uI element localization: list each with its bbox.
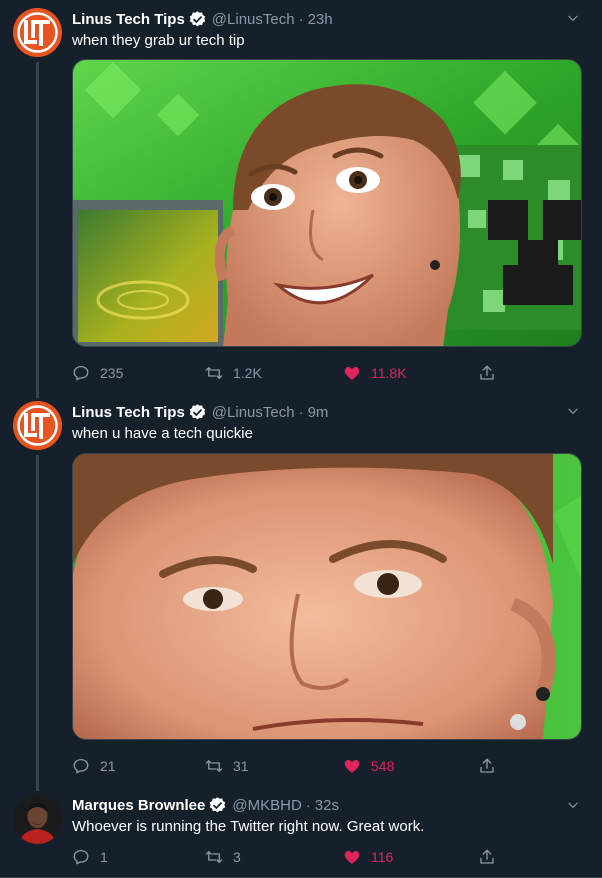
face-photo-illustration [73, 60, 581, 346]
reply-icon [72, 848, 90, 866]
tweet-header: Linus Tech Tips @LinusTech · 9m [72, 402, 328, 422]
share-button[interactable] [478, 362, 506, 384]
like-button[interactable]: 11.8K [343, 362, 407, 384]
profile-photo-icon [13, 795, 62, 844]
heart-icon [343, 848, 361, 866]
share-icon [478, 364, 496, 382]
author-handle[interactable]: @LinusTech [212, 404, 295, 421]
verified-badge-icon [188, 10, 207, 29]
retweet-count: 1.2K [233, 365, 262, 381]
separator-dot: · [305, 796, 311, 814]
tweet-text: when they grab ur tech tip [72, 32, 245, 49]
tweet-actions: 1 3 116 [72, 846, 512, 868]
separator-dot: · [298, 10, 304, 28]
tweet-timestamp[interactable]: 23h [308, 11, 333, 28]
share-button[interactable] [478, 755, 506, 777]
author-handle[interactable]: @LinusTech [212, 11, 295, 28]
linus-tech-tips-logo-icon [13, 8, 62, 57]
reply-count: 1 [100, 849, 108, 865]
retweet-icon [205, 848, 223, 866]
chevron-down-icon[interactable] [566, 11, 580, 25]
share-button[interactable] [478, 846, 506, 868]
reply-count: 235 [100, 365, 124, 381]
marques-brownlee-avatar[interactable] [13, 795, 62, 844]
tweet-image[interactable] [72, 59, 582, 347]
separator-dot: · [298, 403, 304, 421]
linus-tech-tips-avatar[interactable] [13, 401, 62, 450]
reply-button[interactable]: 1 [72, 846, 108, 868]
like-button[interactable]: 116 [343, 846, 393, 868]
verified-badge-icon [188, 403, 207, 422]
like-count: 11.8K [371, 365, 407, 381]
linus-tech-tips-logo-icon [13, 401, 62, 450]
retweet-button[interactable]: 31 [205, 755, 249, 777]
tweet-timestamp[interactable]: 32s [315, 797, 339, 814]
author-name[interactable]: Linus Tech Tips [72, 11, 185, 28]
author-name[interactable]: Linus Tech Tips [72, 404, 185, 421]
tweet-text: when u have a tech quickie [72, 425, 253, 442]
like-button[interactable]: 548 [343, 755, 394, 777]
retweet-button[interactable]: 1.2K [205, 362, 262, 384]
author-handle[interactable]: @MKBHD [232, 797, 301, 814]
retweet-button[interactable]: 3 [205, 846, 241, 868]
tweet-image[interactable] [72, 453, 582, 740]
tweet-timestamp[interactable]: 9m [308, 404, 329, 421]
verified-badge-icon [208, 796, 227, 815]
like-count: 548 [371, 758, 395, 774]
retweet-icon [205, 364, 223, 382]
retweet-icon [205, 757, 223, 775]
tweet-2[interactable]: Linus Tech Tips @LinusTech · 9m when u h… [0, 393, 602, 788]
heart-icon [343, 757, 361, 775]
tweet-3[interactable]: Marques Brownlee @MKBHD · 32s Whoever is… [0, 788, 602, 878]
closeup-face-photo-illustration [73, 454, 581, 739]
share-icon [478, 848, 496, 866]
chevron-down-icon[interactable] [566, 404, 580, 418]
reply-icon [72, 757, 90, 775]
share-icon [478, 757, 496, 775]
tweet-header: Marques Brownlee @MKBHD · 32s [72, 795, 339, 815]
like-count: 116 [371, 849, 394, 865]
reply-icon [72, 364, 90, 382]
chevron-down-icon[interactable] [566, 798, 580, 812]
tweet-actions: 235 1.2K 11.8K [72, 362, 512, 384]
heart-icon [343, 364, 361, 382]
tweet-text: Whoever is running the Twitter right now… [72, 818, 425, 835]
retweet-count: 31 [233, 758, 249, 774]
tweet-actions: 21 31 548 [72, 755, 512, 777]
reply-button[interactable]: 21 [72, 755, 116, 777]
linus-tech-tips-avatar[interactable] [13, 8, 62, 57]
tweet-header: Linus Tech Tips @LinusTech · 23h [72, 9, 333, 29]
retweet-count: 3 [233, 849, 241, 865]
reply-count: 21 [100, 758, 116, 774]
reply-button[interactable]: 235 [72, 362, 123, 384]
tweet-1[interactable]: Linus Tech Tips @LinusTech · 23h when th… [0, 0, 602, 395]
author-name[interactable]: Marques Brownlee [72, 797, 205, 814]
